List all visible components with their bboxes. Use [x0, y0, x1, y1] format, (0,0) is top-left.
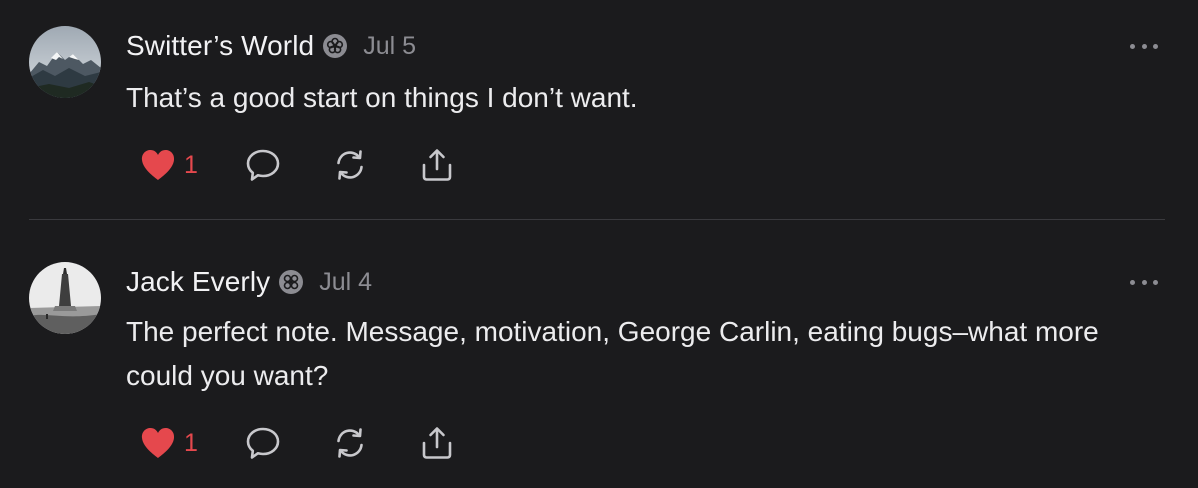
avatar[interactable]	[29, 26, 101, 98]
share-button[interactable]	[419, 147, 459, 183]
dot	[1153, 279, 1158, 285]
comment-text: The perfect note. Message, motivation, G…	[126, 316, 1099, 391]
more-options-ellipsis-icon[interactable]	[1130, 277, 1158, 287]
share-button[interactable]	[419, 425, 459, 461]
share-upload-icon	[422, 149, 452, 181]
comment-date[interactable]: Jul 5	[363, 32, 416, 61]
dot	[1141, 43, 1147, 49]
heart-icon	[141, 428, 175, 458]
author-name[interactable]: Jack Everly	[126, 266, 270, 298]
like-button[interactable]: 1	[140, 148, 245, 182]
avatar[interactable]	[29, 262, 101, 334]
more-options-ellipsis-icon[interactable]	[1130, 41, 1158, 51]
comment-actions: 1	[140, 423, 459, 463]
heart-icon	[141, 150, 175, 180]
comment-item: Switter’s World Jul 5 That’s a good star…	[0, 0, 1198, 220]
like-count: 1	[184, 150, 198, 179]
lighthouse-avatar-image	[29, 262, 101, 334]
restack-arrows-icon	[337, 150, 363, 180]
share-upload-icon	[422, 427, 452, 459]
comment-divider	[29, 219, 1165, 220]
comment-header: Switter’s World Jul 5	[126, 26, 416, 66]
author-name[interactable]: Switter’s World	[126, 30, 314, 62]
comment-date[interactable]: Jul 4	[319, 268, 372, 297]
comment-actions: 1	[140, 145, 459, 185]
restack-button[interactable]	[332, 425, 419, 461]
dot	[1130, 43, 1135, 49]
dot	[1153, 43, 1158, 49]
speech-bubble-icon	[246, 427, 280, 459]
flower-badge-icon	[278, 269, 304, 295]
mountain-landscape-avatar-image	[29, 26, 101, 98]
comment-text: That’s a good start on things I don’t wa…	[126, 82, 638, 113]
like-count: 1	[184, 428, 198, 457]
restack-arrows-icon	[337, 428, 363, 458]
comment-item: Jack Everly Jul 4 The perfect note. Mess…	[0, 221, 1198, 488]
speech-bubble-icon	[246, 149, 280, 181]
like-button[interactable]: 1	[140, 426, 245, 460]
reply-button[interactable]	[245, 147, 332, 183]
reply-button[interactable]	[245, 425, 332, 461]
restack-button[interactable]	[332, 147, 419, 183]
comment-header: Jack Everly Jul 4	[126, 262, 372, 302]
dot	[1130, 279, 1135, 285]
flower-badge-icon	[322, 33, 348, 59]
dot	[1141, 279, 1147, 285]
